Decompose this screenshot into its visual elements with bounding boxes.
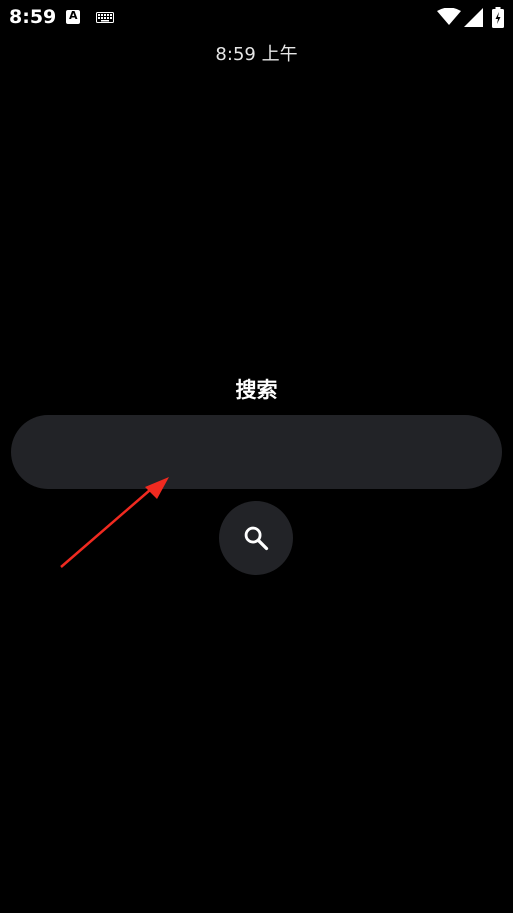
battery-icon [492, 7, 504, 28]
status-time: 8:59 [9, 6, 57, 28]
keyboard-icon [96, 12, 114, 23]
search-icon [244, 526, 269, 551]
search-button[interactable] [219, 501, 293, 575]
status-bar: 8:59 A [0, 0, 513, 36]
signal-icon [464, 8, 483, 27]
search-title: 搜索 [235, 378, 278, 402]
a-notification-letter: A [69, 9, 78, 22]
app-screen: 8:59 A 8:59 上午 搜索 [0, 0, 513, 913]
search-input[interactable] [11, 415, 502, 489]
a-notification-icon: A [66, 9, 80, 24]
wifi-icon [437, 8, 461, 25]
clock-text: 8:59 上午 [215, 44, 298, 65]
